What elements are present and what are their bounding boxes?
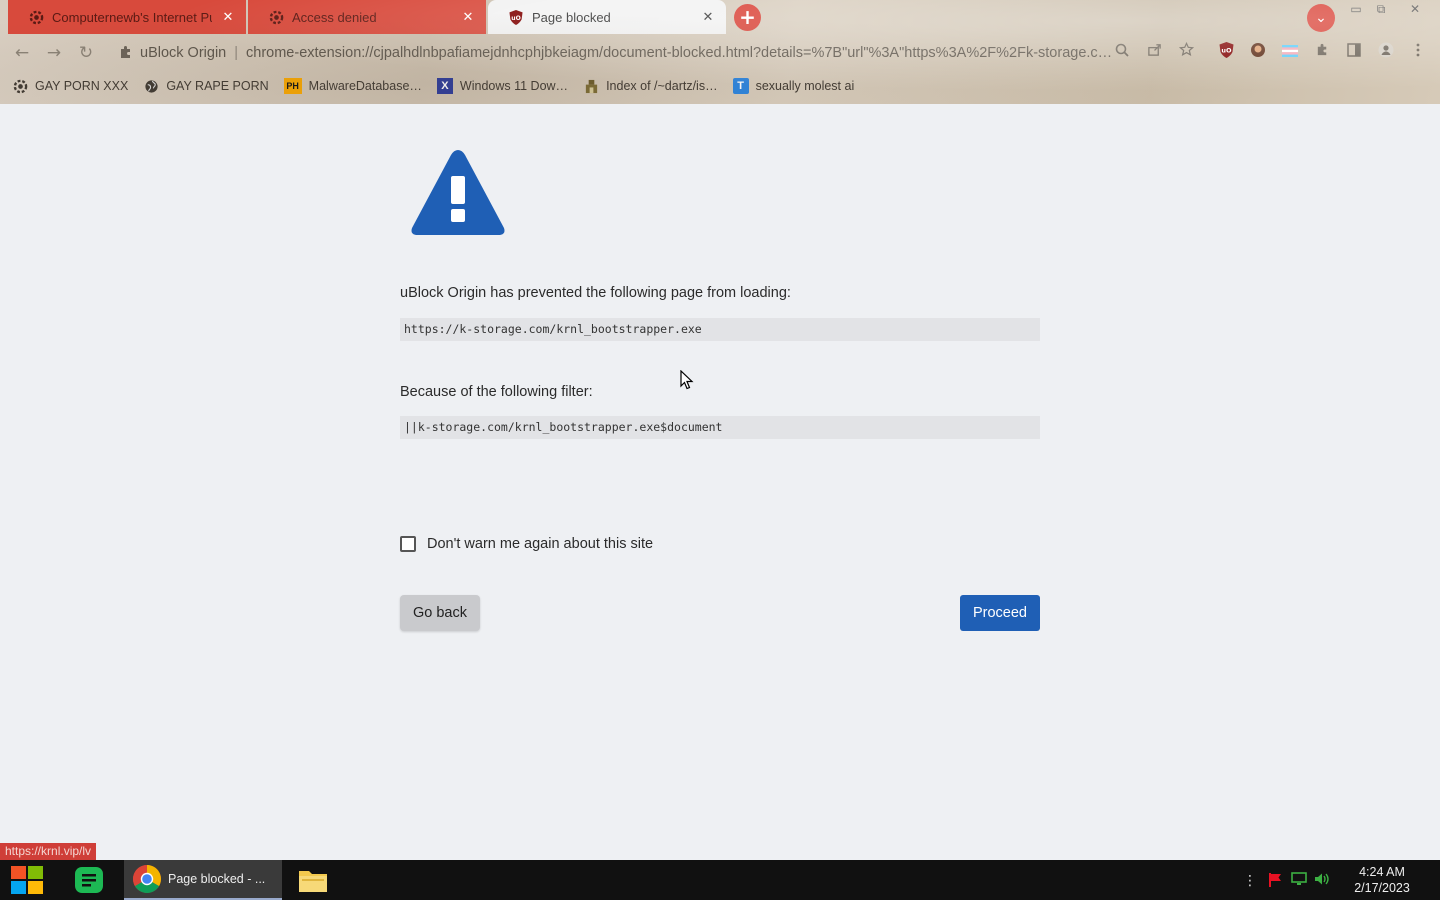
bookmark-label: sexually molest ai: [755, 79, 855, 93]
warning-triangle-icon: [411, 150, 505, 235]
filter-rule: ||k-storage.com/krnl_bootstrapper.exe$do…: [400, 416, 1040, 439]
status-bar-url: https://krnl.vip/lv: [0, 843, 97, 860]
browser-toolbar: ← → ↻ uBlock Origin | chrome-extension:/…: [0, 36, 1440, 70]
gear-icon: [268, 9, 284, 25]
tab-title: Computernewb's Internet Pub H: [52, 9, 212, 25]
chat-app-icon: [75, 867, 103, 893]
url-text[interactable]: chrome-extension://cjpalhdlnbpafiamejdnh…: [246, 45, 1138, 61]
tab-access-denied[interactable]: Access denied ✕: [248, 0, 486, 34]
blocked-url: https://k-storage.com/krnl_bootstrapper.…: [400, 318, 1040, 341]
profile-icon[interactable]: [1375, 42, 1397, 64]
minimize-button[interactable]: ▭: [1342, 0, 1370, 18]
back-button[interactable]: ←: [11, 42, 33, 64]
forward-button[interactable]: →: [43, 42, 65, 64]
clock-time: 4:24 AM: [1359, 865, 1405, 879]
svg-text:uO: uO: [1221, 47, 1232, 55]
taskbar-app-green[interactable]: [70, 860, 108, 900]
close-window-button[interactable]: ✕: [1401, 0, 1429, 18]
taskbar-clock[interactable]: 4:24 AM 2/17/2023: [1340, 864, 1424, 896]
browser-chrome: Computernewb's Internet Pub H ✕ Access d…: [0, 0, 1440, 104]
bookmark-item[interactable]: GAY PORN XXX: [12, 78, 128, 94]
gear-icon: [28, 9, 44, 25]
tab-strip: Computernewb's Internet Pub H ✕ Access d…: [0, 0, 1440, 34]
action-center-flag-icon[interactable]: [1266, 872, 1284, 890]
chrome-window-title: Page blocked - ...: [168, 872, 266, 886]
tab-search-button[interactable]: ⌄: [1307, 4, 1335, 32]
address-bar[interactable]: uBlock Origin | chrome-extension://cjpal…: [112, 40, 1138, 66]
bookmark-label: GAY PORN XXX: [35, 79, 129, 93]
bookmark-label: MalwareDatabase…: [308, 79, 422, 93]
filter-label: Because of the following filter:: [400, 384, 593, 400]
blocked-message: uBlock Origin has prevented the followin…: [400, 285, 791, 301]
share-icon[interactable]: [1143, 42, 1165, 64]
close-tab-icon[interactable]: ✕: [460, 9, 476, 25]
restore-button[interactable]: ⧉: [1367, 0, 1395, 18]
go-back-button[interactable]: Go back: [400, 595, 480, 631]
volume-icon[interactable]: [1313, 872, 1331, 890]
zoom-icon[interactable]: [1111, 42, 1133, 64]
dont-warn-checkbox[interactable]: [400, 536, 416, 552]
x-icon: X: [436, 78, 453, 94]
bookmark-item[interactable]: X Windows 11 Dow…: [436, 78, 569, 94]
close-tab-icon[interactable]: ✕: [700, 9, 716, 25]
omnibox-separator: |: [234, 45, 239, 61]
svg-text:uO: uO: [511, 14, 521, 21]
tray-overflow-icon[interactable]: ⋮: [1243, 872, 1257, 890]
blocked-page: uBlock Origin has prevented the followin…: [0, 104, 1440, 860]
folder-icon: [583, 78, 599, 94]
extension-avatar-icon[interactable]: [1247, 42, 1269, 64]
close-tab-icon[interactable]: ✕: [220, 9, 236, 25]
proceed-button[interactable]: Proceed: [960, 595, 1040, 631]
tab-page-blocked[interactable]: uO Page blocked ✕: [488, 0, 726, 34]
translate-icon: T: [732, 78, 749, 94]
tab-title: Access denied: [292, 9, 377, 25]
puzzle-icon: [118, 44, 134, 64]
taskbar-file-explorer[interactable]: [294, 860, 332, 900]
reload-button[interactable]: ↻: [75, 42, 97, 64]
tab-computernewb[interactable]: Computernewb's Internet Pub H ✕: [8, 0, 246, 34]
globe-icon: [143, 78, 159, 94]
bookmark-label: GAY RAPE PORN: [166, 79, 269, 93]
menu-kebab-icon[interactable]: [1407, 42, 1429, 64]
tab-title: Page blocked: [532, 9, 611, 25]
flag-extension-icon[interactable]: [1279, 42, 1301, 64]
bookmark-item[interactable]: T sexually molest ai: [732, 78, 855, 94]
network-icon[interactable]: [1290, 872, 1308, 890]
extension-name: uBlock Origin: [140, 45, 227, 61]
dont-warn-label[interactable]: Don't warn me again about this site: [427, 536, 653, 552]
new-tab-button[interactable]: +: [734, 4, 761, 31]
clock-date: 2/17/2023: [1354, 881, 1410, 895]
ublock-extension-icon[interactable]: uO: [1215, 42, 1237, 64]
bookmark-star-icon[interactable]: [1175, 41, 1197, 64]
bookmark-item[interactable]: GAY RAPE PORN: [143, 78, 269, 94]
bookmark-item[interactable]: Index of /~dartz/is…: [583, 78, 718, 94]
folder-icon: [299, 871, 327, 892]
bookmark-item[interactable]: PH MalwareDatabase…: [283, 78, 422, 94]
side-panel-icon[interactable]: [1343, 42, 1365, 64]
ph-icon: PH: [283, 78, 302, 94]
gear-icon: [12, 78, 28, 94]
chrome-icon: [133, 865, 161, 893]
mouse-cursor-icon: [680, 370, 694, 390]
bookmarks-bar: GAY PORN XXX GAY RAPE PORN PH MalwareDat…: [0, 74, 1440, 98]
extensions-puzzle-icon[interactable]: [1311, 42, 1333, 64]
taskbar-chrome-window[interactable]: Page blocked - ...: [124, 860, 282, 900]
bookmark-label: Windows 11 Dow…: [459, 79, 569, 93]
ublock-shield-icon: uO: [508, 9, 524, 25]
dont-warn-row[interactable]: Don't warn me again about this site: [400, 536, 653, 552]
windows-start-icon[interactable]: [10, 864, 44, 896]
bookmark-label: Index of /~dartz/is…: [606, 79, 718, 93]
